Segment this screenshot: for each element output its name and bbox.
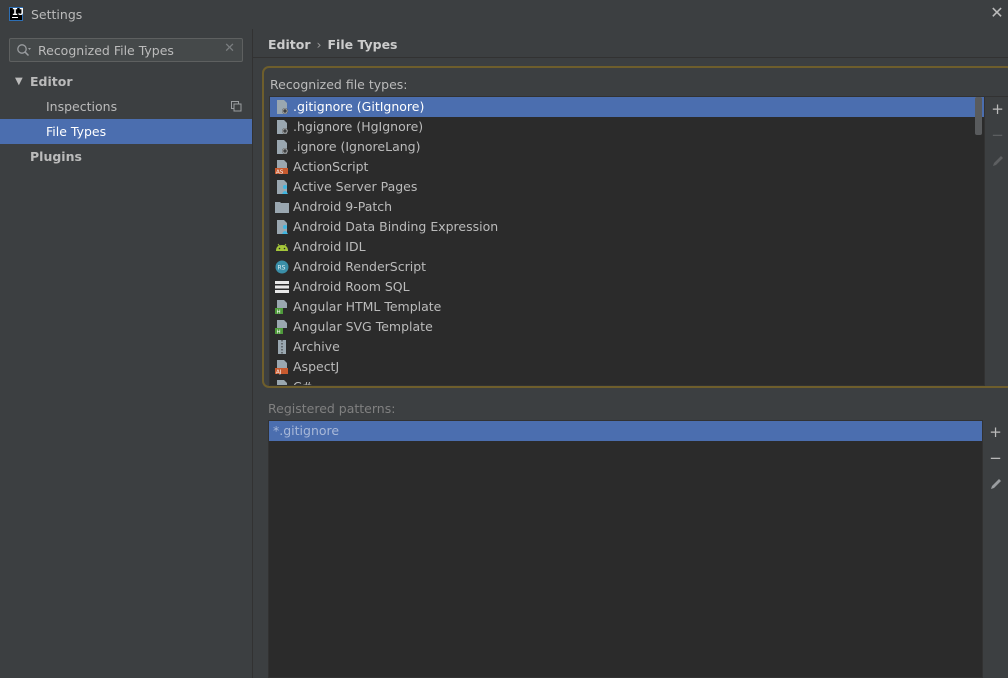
tree-item-label: Inspections <box>46 99 118 114</box>
asp-file-icon <box>277 180 288 194</box>
ignore-file-icon <box>277 140 288 154</box>
tree-item-file-types[interactable]: File Types <box>0 119 252 144</box>
renderscript-icon: RS <box>275 260 289 274</box>
file-type-label: Android Data Binding Expression <box>293 219 499 234</box>
file-type-row[interactable]: Active Server Pages <box>270 177 984 197</box>
sql-table-icon <box>275 281 289 293</box>
file-type-row[interactable]: .hgignore (HgIgnore) <box>270 117 984 137</box>
file-type-label: Android IDL <box>293 239 366 254</box>
settings-search-box[interactable]: ✕ <box>9 38 243 62</box>
file-type-label: .ignore (IgnoreLang) <box>293 139 421 154</box>
settings-tree: ▼ Editor Inspections File Types Plugins <box>0 69 252 169</box>
pencil-icon <box>990 479 1001 489</box>
tree-item-label: File Types <box>46 124 107 139</box>
svg-text:AS: AS <box>276 170 284 176</box>
breadcrumb-parent[interactable]: Editor <box>268 37 311 52</box>
search-input[interactable] <box>38 41 222 59</box>
remove-pattern-button[interactable]: − <box>983 448 1008 468</box>
file-type-label: ActionScript <box>293 159 369 174</box>
svg-text:AJ: AJ <box>276 370 282 376</box>
close-icon[interactable]: ✕ <box>989 4 1005 22</box>
file-type-row[interactable]: AJ AspectJ <box>270 357 984 377</box>
chevron-down-icon[interactable]: ▼ <box>15 69 23 94</box>
file-type-row[interactable]: Android 9-Patch <box>270 197 984 217</box>
settings-sidebar: ✕ ▼ Editor Inspections File Types Plugin… <box>0 29 253 678</box>
file-type-row[interactable]: .gitignore (GitIgnore) <box>270 97 984 117</box>
settings-content: Editor › File Types Recognized file types:… <box>253 29 1008 678</box>
file-type-label: Android RenderScript <box>293 259 427 274</box>
breadcrumb-current: File Types <box>327 37 398 52</box>
android-icon <box>276 243 288 251</box>
search-icon <box>17 44 31 57</box>
recognized-file-types-panel: Recognized file types: .gitignore (GitIg… <box>262 66 1008 388</box>
registered-patterns-list[interactable]: *.gitignore <box>268 420 983 678</box>
file-type-label: Android 9-Patch <box>293 199 393 214</box>
remove-file-type-button[interactable]: − <box>985 125 1008 145</box>
title-bar: IJ Settings ✕ <box>0 0 1008 29</box>
recognized-file-types-list[interactable]: .gitignore (GitIgnore) .hgignore (HgIgnor… <box>269 96 985 386</box>
tree-item-label: Plugins <box>30 149 82 164</box>
add-pattern-button[interactable]: + <box>983 422 1008 442</box>
clear-search-icon[interactable]: ✕ <box>224 41 235 56</box>
window-title: Settings <box>31 7 83 22</box>
svg-text:H: H <box>277 330 281 336</box>
file-type-row[interactable]: Android Data Binding Expression <box>270 217 984 237</box>
angular-svg-icon: H <box>275 320 287 336</box>
data-binding-file-icon <box>277 220 288 234</box>
file-type-label: .hgignore (HgIgnore) <box>293 119 424 134</box>
file-type-label: C# <box>293 377 312 385</box>
file-type-label: AspectJ <box>293 359 340 374</box>
add-file-type-button[interactable]: + <box>985 99 1008 119</box>
edit-file-type-button[interactable] <box>985 151 1008 171</box>
tree-item-plugins[interactable]: Plugins <box>0 144 252 169</box>
file-type-row[interactable]: C# <box>270 377 984 385</box>
aspectj-file-icon: AJ <box>275 360 288 376</box>
header-divider <box>253 57 1008 58</box>
angular-html-icon: H <box>275 300 287 316</box>
registered-patterns-label: Registered patterns: <box>268 401 396 416</box>
hgignore-file-icon <box>277 120 288 134</box>
pencil-icon <box>992 156 1003 166</box>
archive-icon <box>278 340 286 354</box>
recognized-file-types-label: Recognized file types: <box>270 77 408 92</box>
file-types-toolbar: + − <box>985 96 1008 386</box>
patterns-toolbar: + − <box>983 420 1008 678</box>
folder-icon <box>275 202 289 213</box>
tree-item-inspections[interactable]: Inspections <box>0 94 252 119</box>
intellij-app-icon: IJ <box>9 7 24 21</box>
file-type-row[interactable]: Archive <box>270 337 984 357</box>
file-type-label: .gitignore (GitIgnore) <box>293 99 425 114</box>
file-type-row[interactable]: H Angular HTML Template <box>270 297 984 317</box>
file-type-label: Angular SVG Template <box>293 319 433 334</box>
tree-item-label: Editor <box>30 74 73 89</box>
pattern-row[interactable]: *.gitignore <box>269 421 982 441</box>
svg-text:RS: RS <box>278 265 286 272</box>
file-type-row[interactable]: Android Room SQL <box>270 277 984 297</box>
csharp-file-icon <box>277 380 287 385</box>
file-type-label: Angular HTML Template <box>293 299 442 314</box>
file-type-row[interactable]: H Angular SVG Template <box>270 317 984 337</box>
gitignore-file-icon <box>277 100 288 114</box>
tree-item-editor[interactable]: ▼ Editor <box>0 69 252 94</box>
svg-text:H: H <box>277 310 281 316</box>
file-type-label: Active Server Pages <box>293 179 418 194</box>
file-type-label: Archive <box>293 339 340 354</box>
file-type-row[interactable]: Android IDL <box>270 237 984 257</box>
breadcrumb: Editor › File Types <box>268 37 398 52</box>
edit-pattern-button[interactable] <box>983 474 1008 494</box>
file-type-label: Android Room SQL <box>293 279 410 294</box>
breadcrumb-separator: › <box>316 37 322 52</box>
file-type-row[interactable]: RS Android RenderScript <box>270 257 984 277</box>
actionscript-file-icon: AS <box>275 160 288 176</box>
project-settings-icon <box>231 101 242 112</box>
list-scrollbar[interactable] <box>975 97 982 135</box>
file-type-row[interactable]: AS ActionScript <box>270 157 984 177</box>
file-type-row[interactable]: .ignore (IgnoreLang) <box>270 137 984 157</box>
